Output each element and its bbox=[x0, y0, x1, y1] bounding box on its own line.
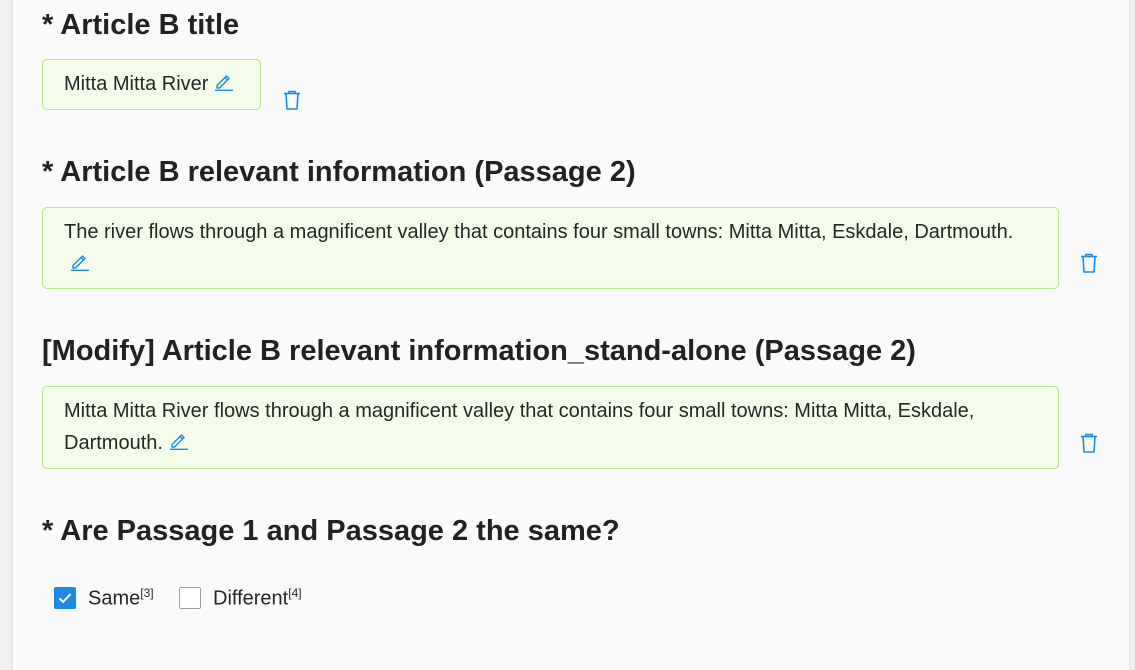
article-b-info-heading: * Article B relevant information (Passag… bbox=[42, 156, 636, 188]
option-same[interactable]: Same[3] bbox=[54, 586, 154, 611]
option-different[interactable]: Different[4] bbox=[179, 586, 302, 611]
modify-standalone-field[interactable]: Mitta Mitta River flows through a magnif… bbox=[42, 386, 1059, 469]
passage-same-question-heading: * Are Passage 1 and Passage 2 the same? bbox=[42, 515, 620, 547]
same-footnote: [3] bbox=[140, 586, 154, 600]
different-footnote: [4] bbox=[288, 586, 302, 600]
pencil-icon[interactable] bbox=[70, 249, 90, 281]
article-b-title-value: Mitta Mitta River bbox=[64, 73, 209, 95]
article-b-info-value: The river flows through a magnificent va… bbox=[64, 221, 1014, 243]
article-b-title-field[interactable]: Mitta Mitta River bbox=[42, 59, 261, 110]
delete-info-trash-icon[interactable] bbox=[1079, 252, 1099, 279]
article-b-info-field[interactable]: The river flows through a magnificent va… bbox=[42, 207, 1059, 289]
different-label: Different[4] bbox=[213, 586, 302, 610]
delete-standalone-trash-icon[interactable] bbox=[1079, 432, 1099, 459]
same-checkbox[interactable] bbox=[54, 587, 76, 610]
modify-standalone-heading: [Modify] Article B relevant information_… bbox=[42, 335, 916, 367]
same-label: Same[3] bbox=[88, 586, 154, 610]
delete-title-trash-icon[interactable] bbox=[282, 89, 302, 116]
article-b-title-heading: * Article B title bbox=[42, 9, 240, 41]
pencil-icon[interactable] bbox=[169, 428, 189, 460]
check-icon bbox=[58, 593, 72, 604]
modify-standalone-value: Mitta Mitta River flows through a magnif… bbox=[64, 400, 975, 454]
pencil-icon[interactable] bbox=[214, 69, 234, 101]
different-checkbox[interactable] bbox=[179, 587, 201, 610]
